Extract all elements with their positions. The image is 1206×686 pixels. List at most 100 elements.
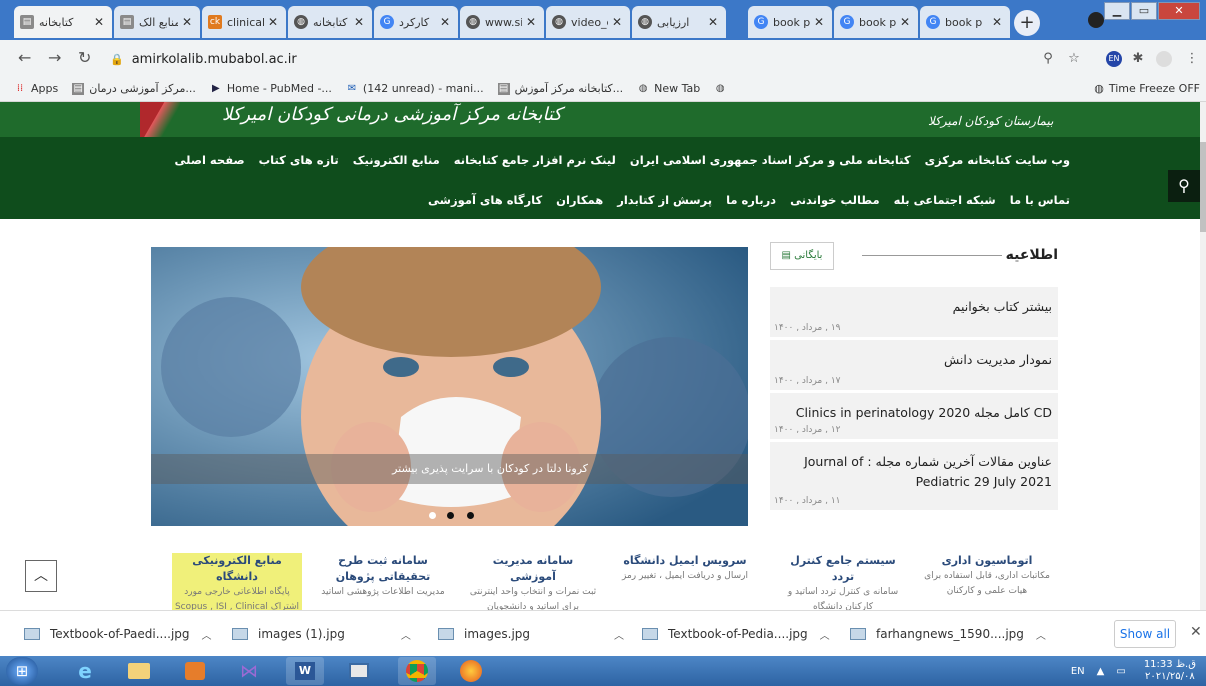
service-card[interactable]: سامانه ثبت طرح تحقیقاتی پژوهان مدیریت اط… [318,553,448,600]
language-indicator[interactable]: EN [1071,666,1085,677]
bookmark-item[interactable]: ▤ کتابخانه مرکز آموزش... [497,82,623,95]
service-card[interactable]: اتوماسیون اداری مکاتبات اداری، قابل استف… [922,553,1052,599]
slider-dot[interactable] [429,512,436,519]
nav-item[interactable]: تماس با ما [1010,193,1070,207]
ie-icon[interactable]: e [66,657,104,685]
scrollbar-thumb[interactable] [1200,142,1206,232]
close-icon[interactable]: ✕ [268,15,280,29]
archive-button[interactable]: ▤ بایگانی [770,242,834,270]
clock[interactable]: 11:33 ق.ظ ۲۰۲۱/۲۵/۰۸ [1144,659,1196,683]
tab-1[interactable]: ▤ کتابخانه ✕ [14,6,112,38]
news-item[interactable]: عناوین مقالات آخرین شماره مجله : Journal… [770,442,1058,510]
tab-2[interactable]: ▤ منابع الک ✕ [114,6,200,38]
nav-item[interactable]: صفحه اصلی [175,153,245,167]
tab-8[interactable]: ◍ ارزیابی ✕ [632,6,726,38]
explorer-icon[interactable] [120,657,158,685]
service-card[interactable]: سامانه مدیریت آموزشی ثبت نمرات و انتخاب … [468,553,598,610]
nav-item[interactable]: منابع الکترونیک [353,153,440,167]
start-button[interactable]: ⊞ [6,657,38,685]
close-icon[interactable]: ✕ [992,15,1004,29]
close-icon[interactable]: ✕ [440,15,452,29]
nav-item[interactable]: تازه های کتاب [259,153,339,167]
nav-item[interactable]: شبکه اجتماعی بله [894,193,996,207]
visual-studio-icon[interactable]: ⋈ [230,657,268,685]
scroll-to-top-button[interactable]: ︿ [25,560,57,592]
slider-dot[interactable] [467,512,474,519]
tray-arrow-icon[interactable]: ▲ [1097,666,1105,677]
nav-item[interactable]: درباره ما [726,193,776,207]
chevron-up-icon[interactable]: ︿ [1036,627,1046,642]
bookmark-extension[interactable]: ◍ Time Freeze OFF [1094,82,1200,95]
nav-item[interactable]: لینک نرم افزار جامع کتابخانه [454,153,616,167]
close-icon[interactable]: ✕ [354,15,366,29]
bookmark-apps[interactable]: ⁞⁞ Apps [14,82,58,95]
tab-5[interactable]: G کارکرد ✕ [374,6,458,38]
slider-dot[interactable] [447,512,454,519]
close-icon[interactable]: ✕ [182,15,194,29]
new-tab-button[interactable]: + [1014,10,1040,36]
service-card[interactable]: سرویس ایمیل دانشگاه ارسال و دریافت ایمیل… [620,553,750,584]
close-icon[interactable]: ✕ [94,15,106,29]
close-icon[interactable]: ✕ [612,15,624,29]
tab-10[interactable]: G book p ✕ [834,6,918,38]
address-bar[interactable]: 🔒 amirkolalib.mubabol.ac.ir [110,46,1080,72]
forward-icon[interactable]: → [48,48,61,67]
tab-11[interactable]: G book p ✕ [920,6,1010,38]
chrome-icon[interactable] [398,657,436,685]
firefox-icon[interactable] [452,657,490,685]
star-icon[interactable]: ☆ [1066,51,1082,67]
network-icon[interactable]: ▭ [1116,666,1125,677]
bookmark-item[interactable]: ◍ New Tab [637,82,701,95]
chevron-up-icon[interactable]: ︿ [820,627,830,642]
download-item[interactable]: Textbook-of-Paedi....jpg ︿ [24,623,212,645]
news-item[interactable]: CD کامل مجله Clinics in perinatology 202… [770,393,1058,439]
profile-icon[interactable] [1088,12,1104,28]
media-player-icon[interactable] [176,657,214,685]
tab-6[interactable]: ◍ www.si ✕ [460,6,544,38]
page-scrollbar[interactable] [1200,102,1206,610]
bookmark-item[interactable]: ✉ (142 unread) - mani... [346,82,484,95]
bookmark-item[interactable]: ◍ [714,83,731,95]
window-close-icon[interactable]: ✕ [1158,2,1200,20]
chevron-up-icon[interactable]: ︿ [401,627,411,642]
search-button[interactable]: ⚲ [1168,170,1200,202]
back-icon[interactable]: ← [18,48,31,67]
nav-item[interactable]: مطالب خواندنی [790,193,880,207]
image-slider[interactable]: کرونا دلتا در کودکان با سرایت پذیری بیشت… [151,247,748,526]
nav-item[interactable]: وب سایت کتابخانه مرکزی [925,153,1070,167]
tab-7[interactable]: ◍ video_c ✕ [546,6,630,38]
close-icon[interactable]: ✕ [1190,624,1202,640]
close-icon[interactable]: ✕ [814,15,826,29]
close-icon[interactable]: ✕ [708,15,720,29]
nav-item[interactable]: کارگاه های آموزشی [428,193,542,207]
nav-item[interactable]: کتابخانه ملی و مرکز اسناد جمهوری اسلامی … [630,153,911,167]
service-card[interactable]: منابع الکترونیکی دانشگاه پایگاه اطلاعاتی… [172,553,302,610]
news-item[interactable]: بیشتر کتاب بخوانیم ۱۹ , مرداد , ۱۴۰۰ [770,287,1058,337]
bookmark-item[interactable]: ▤ مرکز آموزشی درمان... [72,82,196,95]
maximize-icon[interactable]: ▭ [1131,2,1157,20]
chevron-up-icon[interactable]: ︿ [614,627,624,642]
close-icon[interactable]: ✕ [900,15,912,29]
word-icon[interactable]: W [286,657,324,685]
puzzle-icon[interactable]: ✱ [1130,51,1146,67]
tab-9[interactable]: G book p ✕ [748,6,832,38]
extension-en-icon[interactable]: EN [1106,51,1122,67]
show-all-button[interactable]: Show all [1114,620,1176,648]
nav-item[interactable]: پرسش از کتابدار [617,193,712,207]
reload-icon[interactable]: ↻ [78,48,91,67]
download-item[interactable]: Textbook-of-Pedia....jpg ︿ [642,623,830,645]
tab-3[interactable]: ck clinical ✕ [202,6,286,38]
window-app-icon[interactable] [340,657,378,685]
close-icon[interactable]: ✕ [526,15,538,29]
nav-item[interactable]: همکاران [556,193,603,207]
avatar-icon[interactable] [1156,51,1172,67]
chevron-up-icon[interactable]: ︿ [202,627,212,642]
download-item[interactable]: images.jpg ︿ [438,623,624,645]
download-item[interactable]: images (1).jpg ︿ [232,623,411,645]
tab-4[interactable]: ◍ کتابخانه ✕ [288,6,372,38]
zoom-icon[interactable]: ⚲ [1040,51,1056,67]
minimize-icon[interactable]: ▁ [1104,2,1130,20]
news-item[interactable]: نمودار مدیریت دانش ۱۷ , مرداد , ۱۴۰۰ [770,340,1058,390]
service-card[interactable]: سیستم جامع کنترل تردد سامانه ی کنترل ترد… [778,553,908,610]
menu-icon[interactable]: ⋮ [1184,51,1200,67]
